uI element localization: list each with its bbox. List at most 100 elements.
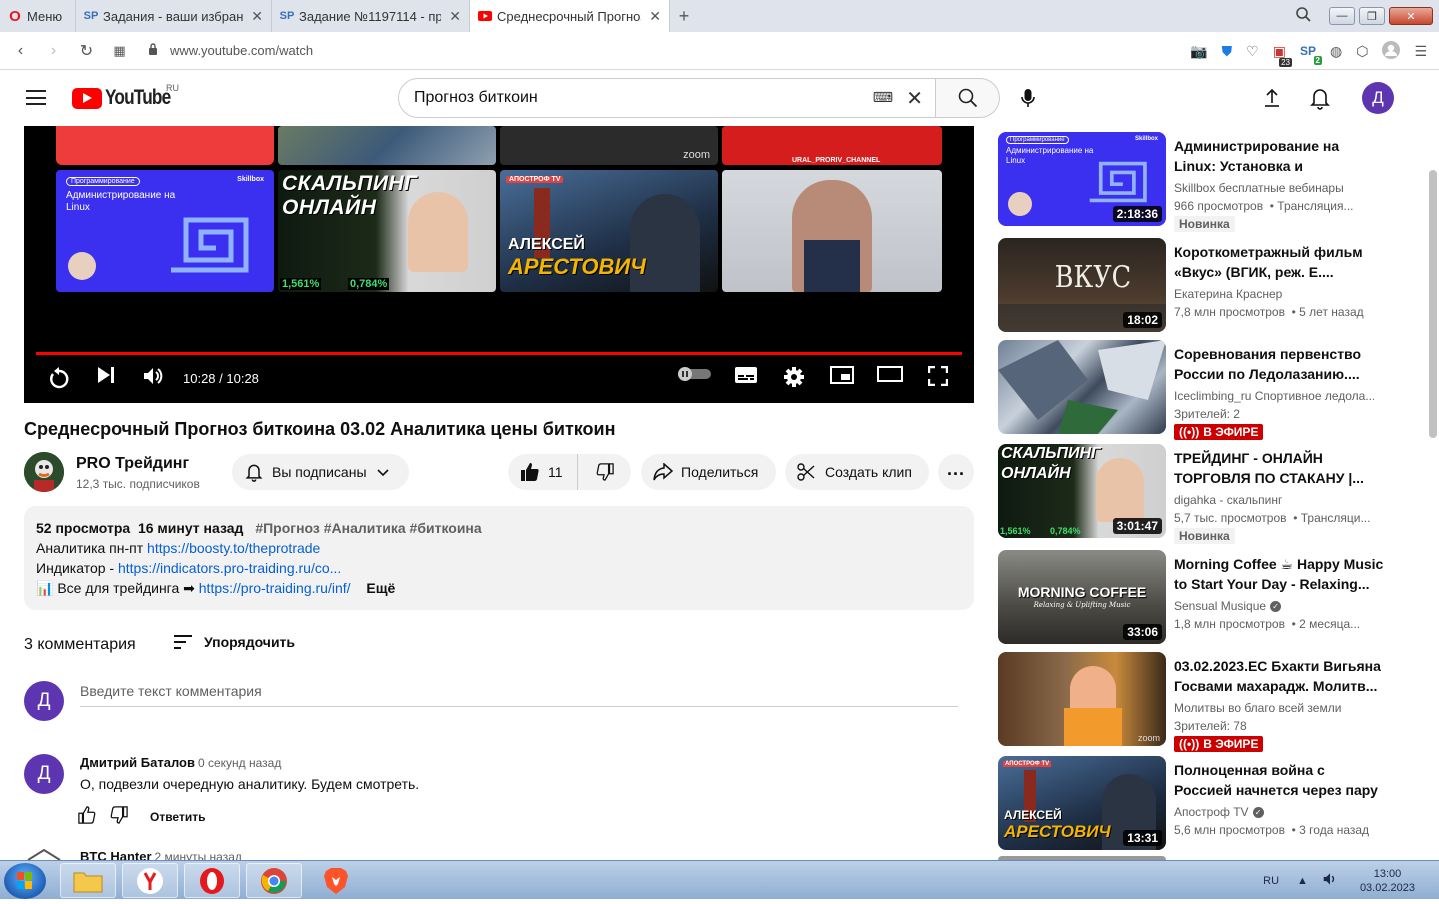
recommended-video[interactable]: ВКУС 18:02 Короткометражный фильм «Вкус»… bbox=[998, 238, 1388, 332]
autoplay-toggle[interactable] bbox=[676, 366, 714, 382]
easy-setup-icon[interactable]: ☰ bbox=[1414, 43, 1427, 60]
next-button[interactable] bbox=[94, 366, 118, 384]
description-link[interactable]: https://boosty.to/theprotrade bbox=[147, 540, 320, 556]
settings-button[interactable] bbox=[781, 366, 807, 388]
video-title[interactable]: ТРЕЙДИНГ - ОНЛАЙН ТОРГОВЛЯ ПО СТАКАНУ |.… bbox=[1174, 448, 1384, 488]
recommended-video[interactable]: СКАЛЬПИНГ ОНЛАЙН 1,561% 0,784% 3:01:47 Т… bbox=[998, 444, 1388, 544]
end-screen-thumb-interview[interactable] bbox=[722, 170, 942, 292]
recommended-video[interactable]: zoom 03.02.2023.ЕС Бхакти Вигьяна Госвам… bbox=[998, 652, 1388, 752]
description-link[interactable]: https://pro-traiding.ru/inf/ bbox=[199, 580, 351, 596]
video-player[interactable]: zoom URAL_PRORIV_CHANNEL Программировани… bbox=[24, 126, 974, 403]
new-tab-button[interactable]: + bbox=[670, 6, 698, 27]
input-language[interactable]: RU bbox=[1263, 875, 1279, 887]
cube-icon[interactable]: ⬡ bbox=[1356, 43, 1368, 60]
keyboard-icon[interactable]: ⌨ bbox=[873, 89, 893, 106]
close-icon[interactable]: ✕ bbox=[449, 8, 461, 25]
close-icon[interactable]: ✕ bbox=[649, 8, 661, 25]
channel-name[interactable]: Sensual Musique ✓ bbox=[1174, 599, 1374, 613]
like-button[interactable]: 11 bbox=[508, 454, 578, 490]
video-title[interactable]: Короткометражный фильм «Вкус» (ВГИК, реж… bbox=[1174, 242, 1384, 282]
end-screen-thumb-zoom[interactable]: zoom bbox=[500, 126, 718, 165]
upload-icon[interactable] bbox=[1260, 86, 1284, 115]
forward-icon[interactable]: › bbox=[37, 42, 70, 60]
dislike-button[interactable] bbox=[578, 454, 631, 490]
description-box[interactable]: 52 просмотра 16 минут назад #Прогноз #Ан… bbox=[24, 506, 974, 610]
opera-menu-button[interactable]: O Меню bbox=[0, 0, 76, 32]
minimize-button[interactable]: — bbox=[1329, 7, 1355, 25]
video-title[interactable]: Администрирование на Linux: Установка и … bbox=[1174, 136, 1384, 176]
fullscreen-button[interactable] bbox=[926, 366, 950, 386]
video-thumbnail[interactable]: АПОСТРОФ TV АЛЕКСЕЙ АРЕСТОВИЧ 13:31 bbox=[998, 756, 1166, 850]
tab-tasks-favorites[interactable]: SP Задания - ваши избранные ✕ bbox=[76, 0, 272, 32]
video-thumbnail[interactable]: ВКУС 18:02 bbox=[998, 238, 1166, 332]
recommended-video[interactable]: АПОСТРОФ TV АЛЕКСЕЙ АРЕСТОВИЧ 13:31 Полн… bbox=[998, 756, 1388, 850]
reload-icon[interactable]: ↻ bbox=[70, 41, 103, 61]
url-field[interactable]: www.youtube.com/watch bbox=[170, 43, 313, 58]
close-icon[interactable]: ✕ bbox=[251, 8, 263, 25]
end-screen-thumb-arestovich[interactable]: АПОСТРОФ TV АЛЕКСЕЙ АРЕСТОВИЧ bbox=[500, 170, 718, 292]
subscribed-button[interactable]: Вы подписаны bbox=[232, 454, 409, 490]
volume-icon[interactable] bbox=[1322, 872, 1338, 889]
video-title[interactable]: 03.02.2023.ЕС Бхакти Вигьяна Госвами мах… bbox=[1174, 656, 1384, 696]
profile-icon[interactable] bbox=[1382, 40, 1401, 62]
show-more-button[interactable]: Ещё bbox=[366, 580, 395, 596]
recommended-video[interactable]: Соревнования первенство России по Ледола… bbox=[998, 340, 1388, 440]
back-icon[interactable]: ‹ bbox=[4, 42, 37, 60]
heart-icon[interactable]: ♡ bbox=[1246, 43, 1259, 60]
channel-name[interactable]: Skillbox бесплатные вебинары bbox=[1174, 181, 1374, 195]
comment-input[interactable]: Введите текст комментария bbox=[80, 683, 958, 707]
replay-button[interactable] bbox=[46, 366, 72, 390]
search-button[interactable] bbox=[936, 78, 1000, 118]
miniplayer-button[interactable] bbox=[829, 366, 855, 384]
menu-icon[interactable] bbox=[26, 90, 46, 105]
camera-icon[interactable]: 📷 bbox=[1190, 43, 1207, 60]
comment-dislike-button[interactable] bbox=[110, 806, 128, 827]
shield-icon[interactable]: ⛊ bbox=[1222, 43, 1233, 60]
subtitles-button[interactable] bbox=[733, 366, 759, 384]
description-link[interactable]: https://indicators.pro-traiding.ru/co... bbox=[118, 560, 341, 576]
channel-name[interactable]: Апостроф TV ✓ bbox=[1174, 805, 1374, 819]
sp-extension-icon[interactable]: SP 2 bbox=[1300, 44, 1322, 65]
more-actions-button[interactable]: ... bbox=[938, 454, 974, 490]
clock[interactable]: 13:00 03.02.2023 bbox=[1360, 867, 1415, 895]
sort-comments-button[interactable]: Упорядочить bbox=[174, 634, 295, 650]
maximize-button[interactable]: ❐ bbox=[1359, 7, 1385, 25]
tab-youtube-active[interactable]: Среднесрочный Прогноз ✕ bbox=[470, 0, 670, 32]
end-screen-thumb[interactable] bbox=[278, 126, 496, 165]
microphone-icon[interactable] bbox=[1016, 86, 1040, 115]
video-thumbnail[interactable]: MORNING COFFEE Relaxing & Uplifting Musi… bbox=[998, 550, 1166, 644]
page-scrollbar[interactable] bbox=[1429, 170, 1437, 438]
end-screen-thumb-linux[interactable]: Программирование Skillbox Администрирова… bbox=[56, 170, 274, 292]
volume-button[interactable] bbox=[141, 366, 165, 386]
calendar-extension-icon[interactable]: ▣ 23 bbox=[1273, 43, 1292, 67]
comment-author-avatar[interactable] bbox=[24, 848, 64, 860]
show-hidden-icons-icon[interactable]: ▲ bbox=[1297, 875, 1308, 887]
file-explorer-taskbar-button[interactable] bbox=[60, 863, 116, 898]
start-button[interactable] bbox=[4, 863, 46, 899]
chrome-taskbar-button[interactable] bbox=[246, 863, 302, 898]
video-thumbnail[interactable]: Программирование Skillbox Администрирова… bbox=[998, 132, 1166, 226]
yandex-taskbar-button[interactable] bbox=[122, 863, 178, 898]
bell-icon[interactable] bbox=[1308, 85, 1332, 116]
video-thumbnail[interactable]: zoom bbox=[998, 652, 1166, 746]
account-avatar[interactable]: Д bbox=[1362, 82, 1394, 114]
video-title[interactable]: Morning Coffee ☕ Happy Music to Start Yo… bbox=[1174, 554, 1384, 594]
share-button[interactable]: Поделиться bbox=[641, 454, 776, 490]
brave-taskbar-button[interactable] bbox=[308, 863, 364, 898]
channel-name[interactable]: Iceclimbing_ru Спортивное ледола... bbox=[1174, 389, 1374, 403]
theater-mode-button[interactable] bbox=[876, 366, 904, 382]
end-screen-thumb[interactable] bbox=[56, 126, 274, 165]
end-screen-thumb-scalping[interactable]: СКАЛЬПИНГ ОНЛАЙН 1,561% 0,784% bbox=[278, 170, 496, 292]
video-thumbnail[interactable]: СКАЛЬПИНГ ОНЛАЙН 1,561% 0,784% 3:01:47 bbox=[998, 444, 1166, 538]
comment-author-avatar[interactable]: Д bbox=[24, 754, 64, 794]
video-title[interactable]: Полноценная война с Россией начнется чер… bbox=[1174, 760, 1384, 800]
channel-avatar[interactable] bbox=[24, 452, 64, 492]
progress-bar[interactable] bbox=[36, 352, 962, 355]
tab-task-1197114[interactable]: SP Задание №1197114 - прос ✕ bbox=[272, 0, 470, 32]
tabs-grid-icon[interactable]: ▦ bbox=[103, 43, 136, 59]
channel-name[interactable]: Молитвы во благо всей земли bbox=[1174, 701, 1374, 715]
video-thumbnail[interactable] bbox=[998, 340, 1166, 434]
clear-search-icon[interactable]: ✕ bbox=[906, 86, 923, 111]
lock-icon[interactable] bbox=[148, 43, 158, 58]
channel-name[interactable]: digahka - скальпинг bbox=[1174, 493, 1374, 507]
